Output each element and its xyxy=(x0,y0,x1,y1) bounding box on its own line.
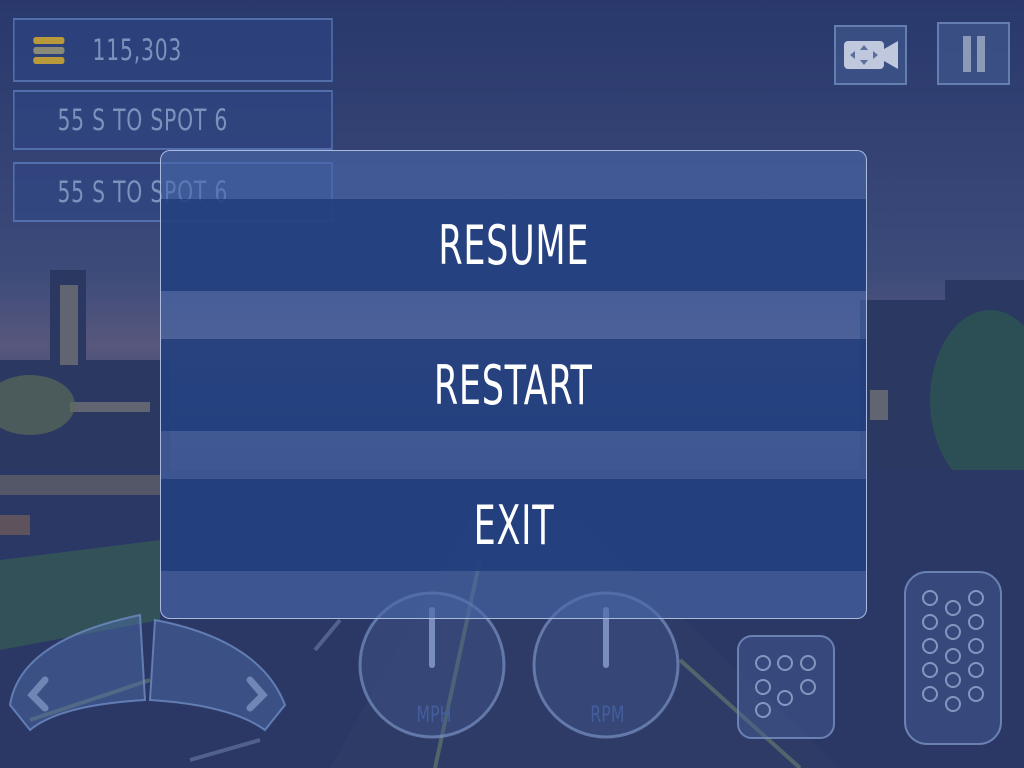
gas-pedal-icon[interactable] xyxy=(904,571,1002,745)
exit-button[interactable]: EXIT xyxy=(161,479,866,571)
objective-timer-text: 55 S TO SPOT 6 xyxy=(57,103,229,137)
tachometer-label: RPM xyxy=(590,703,625,728)
pause-button[interactable] xyxy=(937,22,1010,85)
pause-icon xyxy=(963,36,985,72)
objective-timer: 55 S TO SPOT 6 xyxy=(13,90,333,150)
score-value: 115,303 xyxy=(92,33,183,67)
restart-button[interactable]: RESTART xyxy=(161,339,866,431)
speedometer-label: MPH xyxy=(416,703,452,728)
exit-button-label: EXIT xyxy=(473,493,554,557)
stack-icon xyxy=(33,34,65,67)
resume-button-label: RESUME xyxy=(438,213,589,277)
pause-menu: RESUME RESTART EXIT xyxy=(160,150,867,619)
camera-switch-button[interactable] xyxy=(834,25,907,85)
brake-pedal-icon[interactable] xyxy=(737,635,835,739)
resume-button[interactable]: RESUME xyxy=(161,199,866,291)
camera-switch-icon xyxy=(844,41,898,69)
score-display: 115,303 xyxy=(13,18,333,82)
restart-button-label: RESTART xyxy=(434,353,593,417)
